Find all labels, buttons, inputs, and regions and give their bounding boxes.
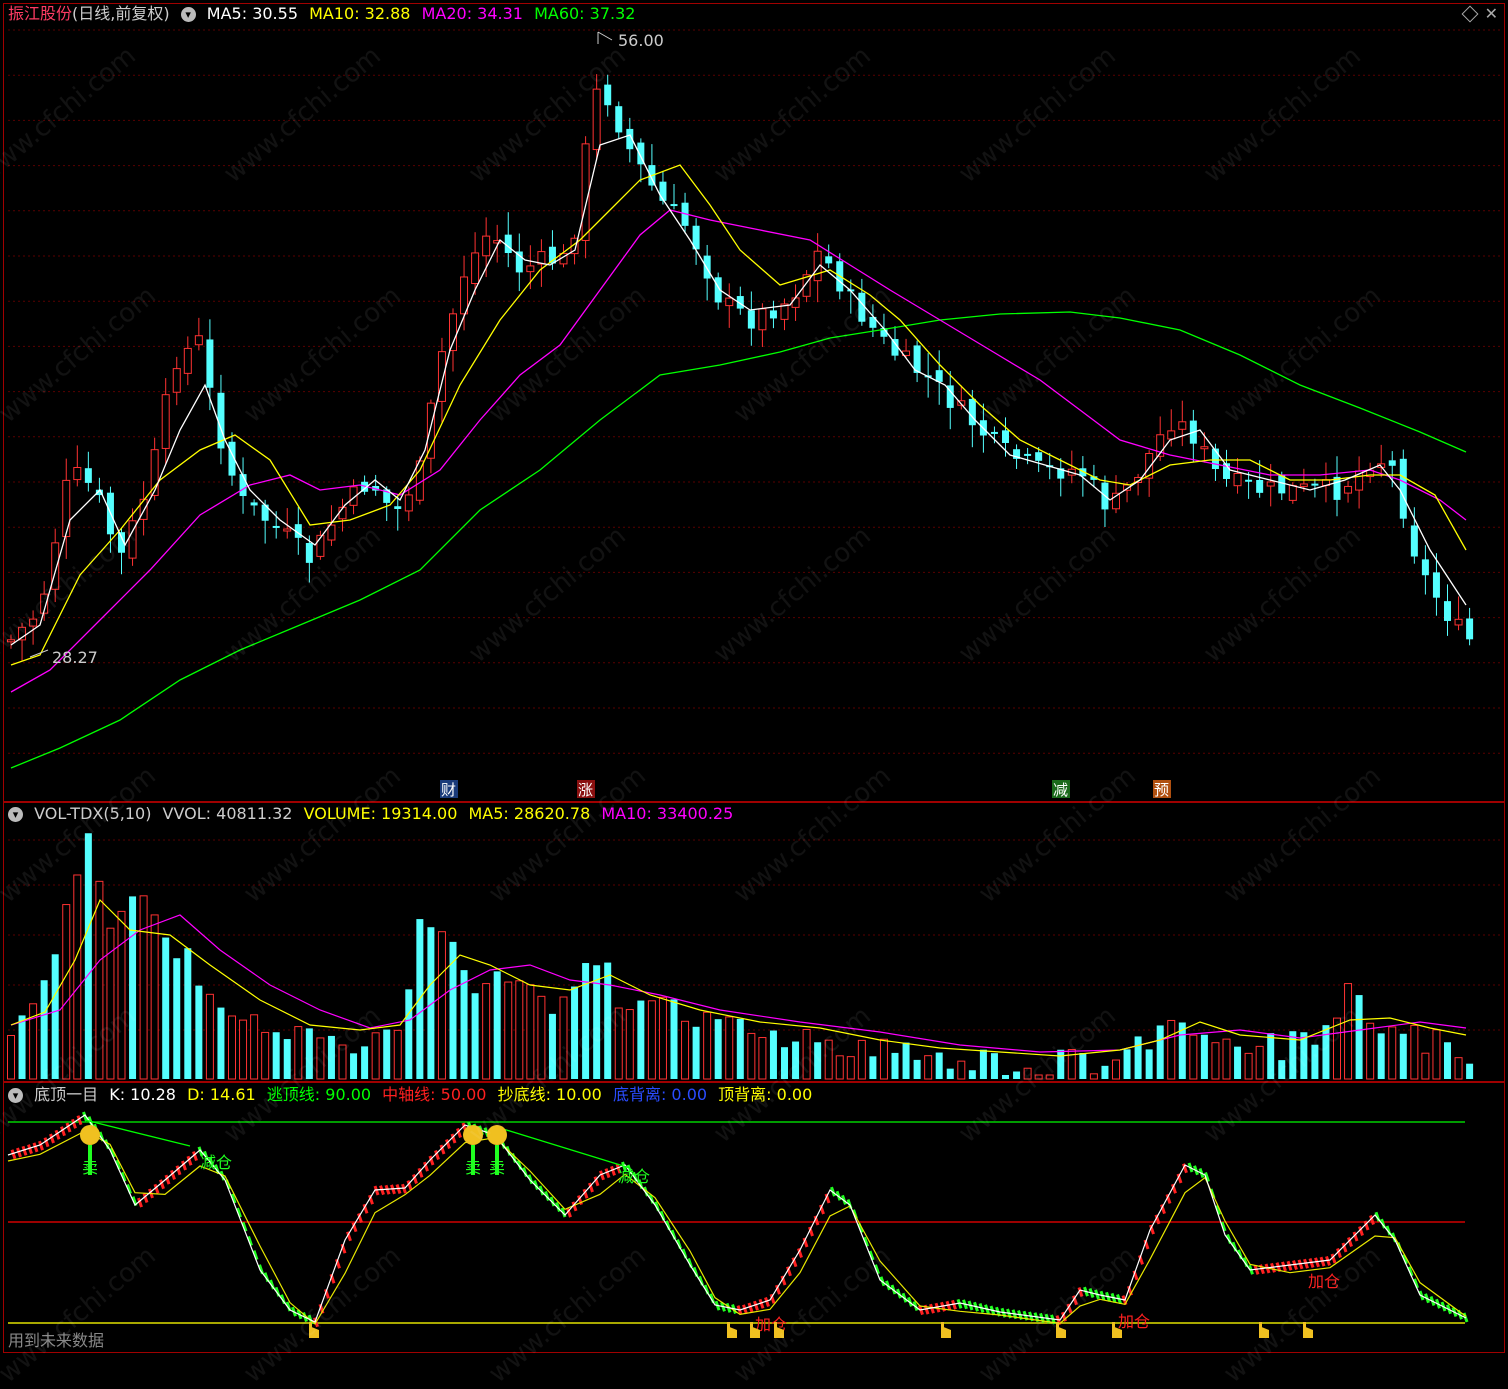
kd-ribbon-bar	[758, 1298, 765, 1309]
position-signal: 加仓	[1308, 1272, 1340, 1291]
sell-signal[interactable]: 卖	[487, 1125, 507, 1177]
coin-icon	[80, 1125, 100, 1145]
hand-pointer-icon[interactable]	[941, 1322, 951, 1338]
kd-ribbon-bar	[764, 1297, 770, 1307]
indicator-chart[interactable]: 卖卖卖减仓减仓加仓 加仓加仓	[0, 0, 1508, 1355]
kd-ribbon-bar	[753, 1300, 759, 1311]
sell-label: 卖	[489, 1158, 505, 1177]
coin-icon	[487, 1125, 507, 1145]
kd-ribbon-bar	[60, 1126, 66, 1137]
kd-ribbon-bar	[54, 1129, 61, 1140]
hand-finger	[1259, 1322, 1262, 1330]
kd-ribbon-bar	[747, 1302, 754, 1313]
position-signal: 加仓	[1118, 1312, 1150, 1331]
future-data-warning: 用到未来数据	[8, 1331, 105, 1350]
hand-finger	[774, 1322, 777, 1330]
hand-finger	[1303, 1322, 1306, 1330]
position-signal: 减仓	[618, 1167, 650, 1186]
hand-finger	[750, 1322, 753, 1330]
position-signal: 减仓	[200, 1153, 232, 1172]
kd-ribbon-bar	[16, 1147, 22, 1158]
hand-finger	[1112, 1322, 1115, 1330]
kd-ribbon-bar	[742, 1304, 748, 1315]
hand-finger	[1056, 1322, 1059, 1330]
sell-label: 卖	[82, 1158, 98, 1177]
sell-label: 卖	[465, 1158, 481, 1177]
kd-ribbon-bar	[610, 1165, 616, 1176]
kd-ribbon-bar	[21, 1145, 28, 1156]
k-line	[7, 1114, 1467, 1323]
kd-ribbon-bar	[49, 1133, 55, 1144]
hand-pointer-icon[interactable]	[1259, 1322, 1269, 1338]
kd-ribbon-bar	[27, 1144, 33, 1155]
hand-finger	[941, 1322, 944, 1330]
kd-ribbon-bar	[38, 1140, 44, 1151]
kd-ribbon-bar	[76, 1115, 83, 1126]
kd-ribbon-bar	[604, 1168, 611, 1179]
kd-ribbon-bar	[71, 1118, 77, 1129]
hand-pointer-icon[interactable]	[1303, 1322, 1313, 1338]
sell-signal[interactable]: 卖	[80, 1125, 100, 1177]
kd-ribbon-bar	[1077, 1287, 1084, 1297]
coin-icon	[463, 1125, 483, 1145]
sell-signal[interactable]: 卖	[463, 1125, 483, 1177]
hand-pointer-icon[interactable]	[727, 1322, 737, 1338]
hand-finger	[309, 1322, 312, 1330]
kd-ribbon-bar	[32, 1142, 39, 1153]
kd-ribbon-bar	[65, 1122, 72, 1133]
kd-ribbon-bar	[599, 1170, 605, 1181]
hand-finger	[727, 1322, 730, 1330]
kd-ribbon-bar	[43, 1137, 50, 1148]
hand-pointer-icon[interactable]	[1056, 1322, 1066, 1338]
kd-ribbon-bar	[10, 1149, 17, 1160]
